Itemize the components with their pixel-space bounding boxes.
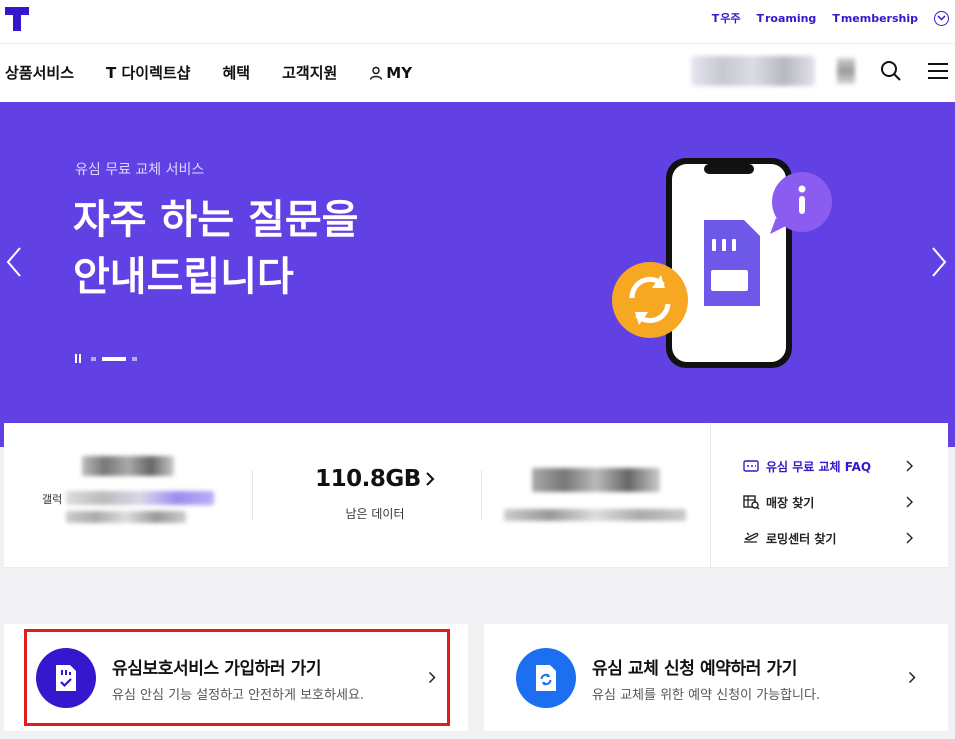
chevron-right-icon [906, 460, 913, 472]
nav-item-direct-shop[interactable]: T 다이렉트샵 [106, 62, 190, 83]
slide-dot[interactable] [132, 356, 137, 361]
redacted-device-info [66, 511, 186, 523]
utility-link-woozoo[interactable]: T우주 [712, 10, 741, 26]
utility-links: T우주 Troaming Tmembership [712, 10, 949, 26]
chevron-down-icon[interactable] [934, 10, 949, 26]
sim-replacement-desc: 유심 교체를 위한 예약 신청이 가능합니다. [592, 688, 821, 703]
utility-link-membership[interactable]: Tmembership [832, 12, 918, 25]
chevron-right-icon [906, 532, 913, 544]
hero-title: 자주 하는 질문을 안내드립니다 [73, 197, 359, 300]
data-remaining-label: 남은 데이터 [345, 507, 405, 521]
store-map-icon [743, 494, 761, 510]
chevron-right-icon[interactable] [929, 245, 949, 279]
nav-my-label: MY [386, 63, 413, 82]
airplane-icon [743, 530, 761, 546]
nav-item-support[interactable]: 고객지원 [282, 62, 337, 83]
pause-icon[interactable] [75, 354, 81, 363]
chevron-left-icon[interactable] [4, 245, 24, 279]
nav-item-products[interactable]: 상품서비스 [5, 62, 74, 83]
sim-phone-illustration [612, 158, 832, 368]
t-logo[interactable] [5, 7, 29, 31]
nav-item-my[interactable]: MY [369, 62, 412, 83]
sim-list-icon [743, 458, 761, 474]
slide-pager [75, 354, 137, 363]
hero-subtitle: 유심 무료 교체 서비스 [75, 162, 205, 178]
utility-link-roaming[interactable]: Troaming [756, 12, 816, 25]
data-remaining-value: 110.8GB [315, 466, 421, 492]
redacted-device-name [66, 491, 214, 505]
redacted-phone-number [532, 468, 660, 492]
nav-item-benefits[interactable]: 혜택 [222, 62, 250, 83]
highlight-box [24, 629, 450, 726]
slide-dot-active[interactable] [102, 356, 126, 361]
user-avatar-redacted[interactable] [837, 58, 855, 84]
sim-replacement-title: 유심 교체 신청 예약하러 가기 [592, 659, 797, 679]
sim-refresh-icon [516, 648, 576, 708]
chevron-right-icon [426, 472, 435, 486]
chevron-right-icon [906, 496, 913, 508]
quick-link-store-finder[interactable]: 매장 찾기 [743, 484, 943, 520]
main-nav: 상품서비스 T 다이렉트샵 혜택 고객지원 MY [0, 44, 955, 102]
quick-link-roaming-center[interactable]: 로밍센터 찾기 [743, 520, 943, 556]
search-icon[interactable] [879, 59, 903, 83]
chevron-right-icon [908, 671, 916, 684]
data-remaining-box[interactable]: 110.8GB 남은 데이터 [270, 466, 480, 522]
quick-links: 유심 무료 교체 FAQ 매장 찾기 로밍센터 찾기 [743, 448, 943, 556]
hamburger-menu-icon[interactable] [927, 59, 949, 83]
slide-dot[interactable] [91, 356, 96, 361]
hero-banner[interactable]: 유심 무료 교체 서비스 자주 하는 질문을 안내드립니다 [0, 102, 955, 447]
account-summary-card: 갤럭 110.8GB 남은 데이터 유심 무료 교체 FAQ 매장 찾기 로밍센… [4, 423, 948, 567]
user-name-redacted[interactable] [691, 56, 815, 86]
redacted-contract-info [504, 509, 686, 521]
redacted-plan-name [82, 456, 174, 476]
quick-link-sim-faq[interactable]: 유심 무료 교체 FAQ [743, 448, 943, 484]
sim-replacement-card[interactable]: 유심 교체 신청 예약하러 가기 유심 교체를 위한 예약 신청이 가능합니다. [484, 624, 948, 731]
device-label: 갤럭 [42, 493, 63, 506]
user-icon [370, 66, 383, 80]
top-utility-bar: T우주 Troaming Tmembership [0, 0, 955, 44]
